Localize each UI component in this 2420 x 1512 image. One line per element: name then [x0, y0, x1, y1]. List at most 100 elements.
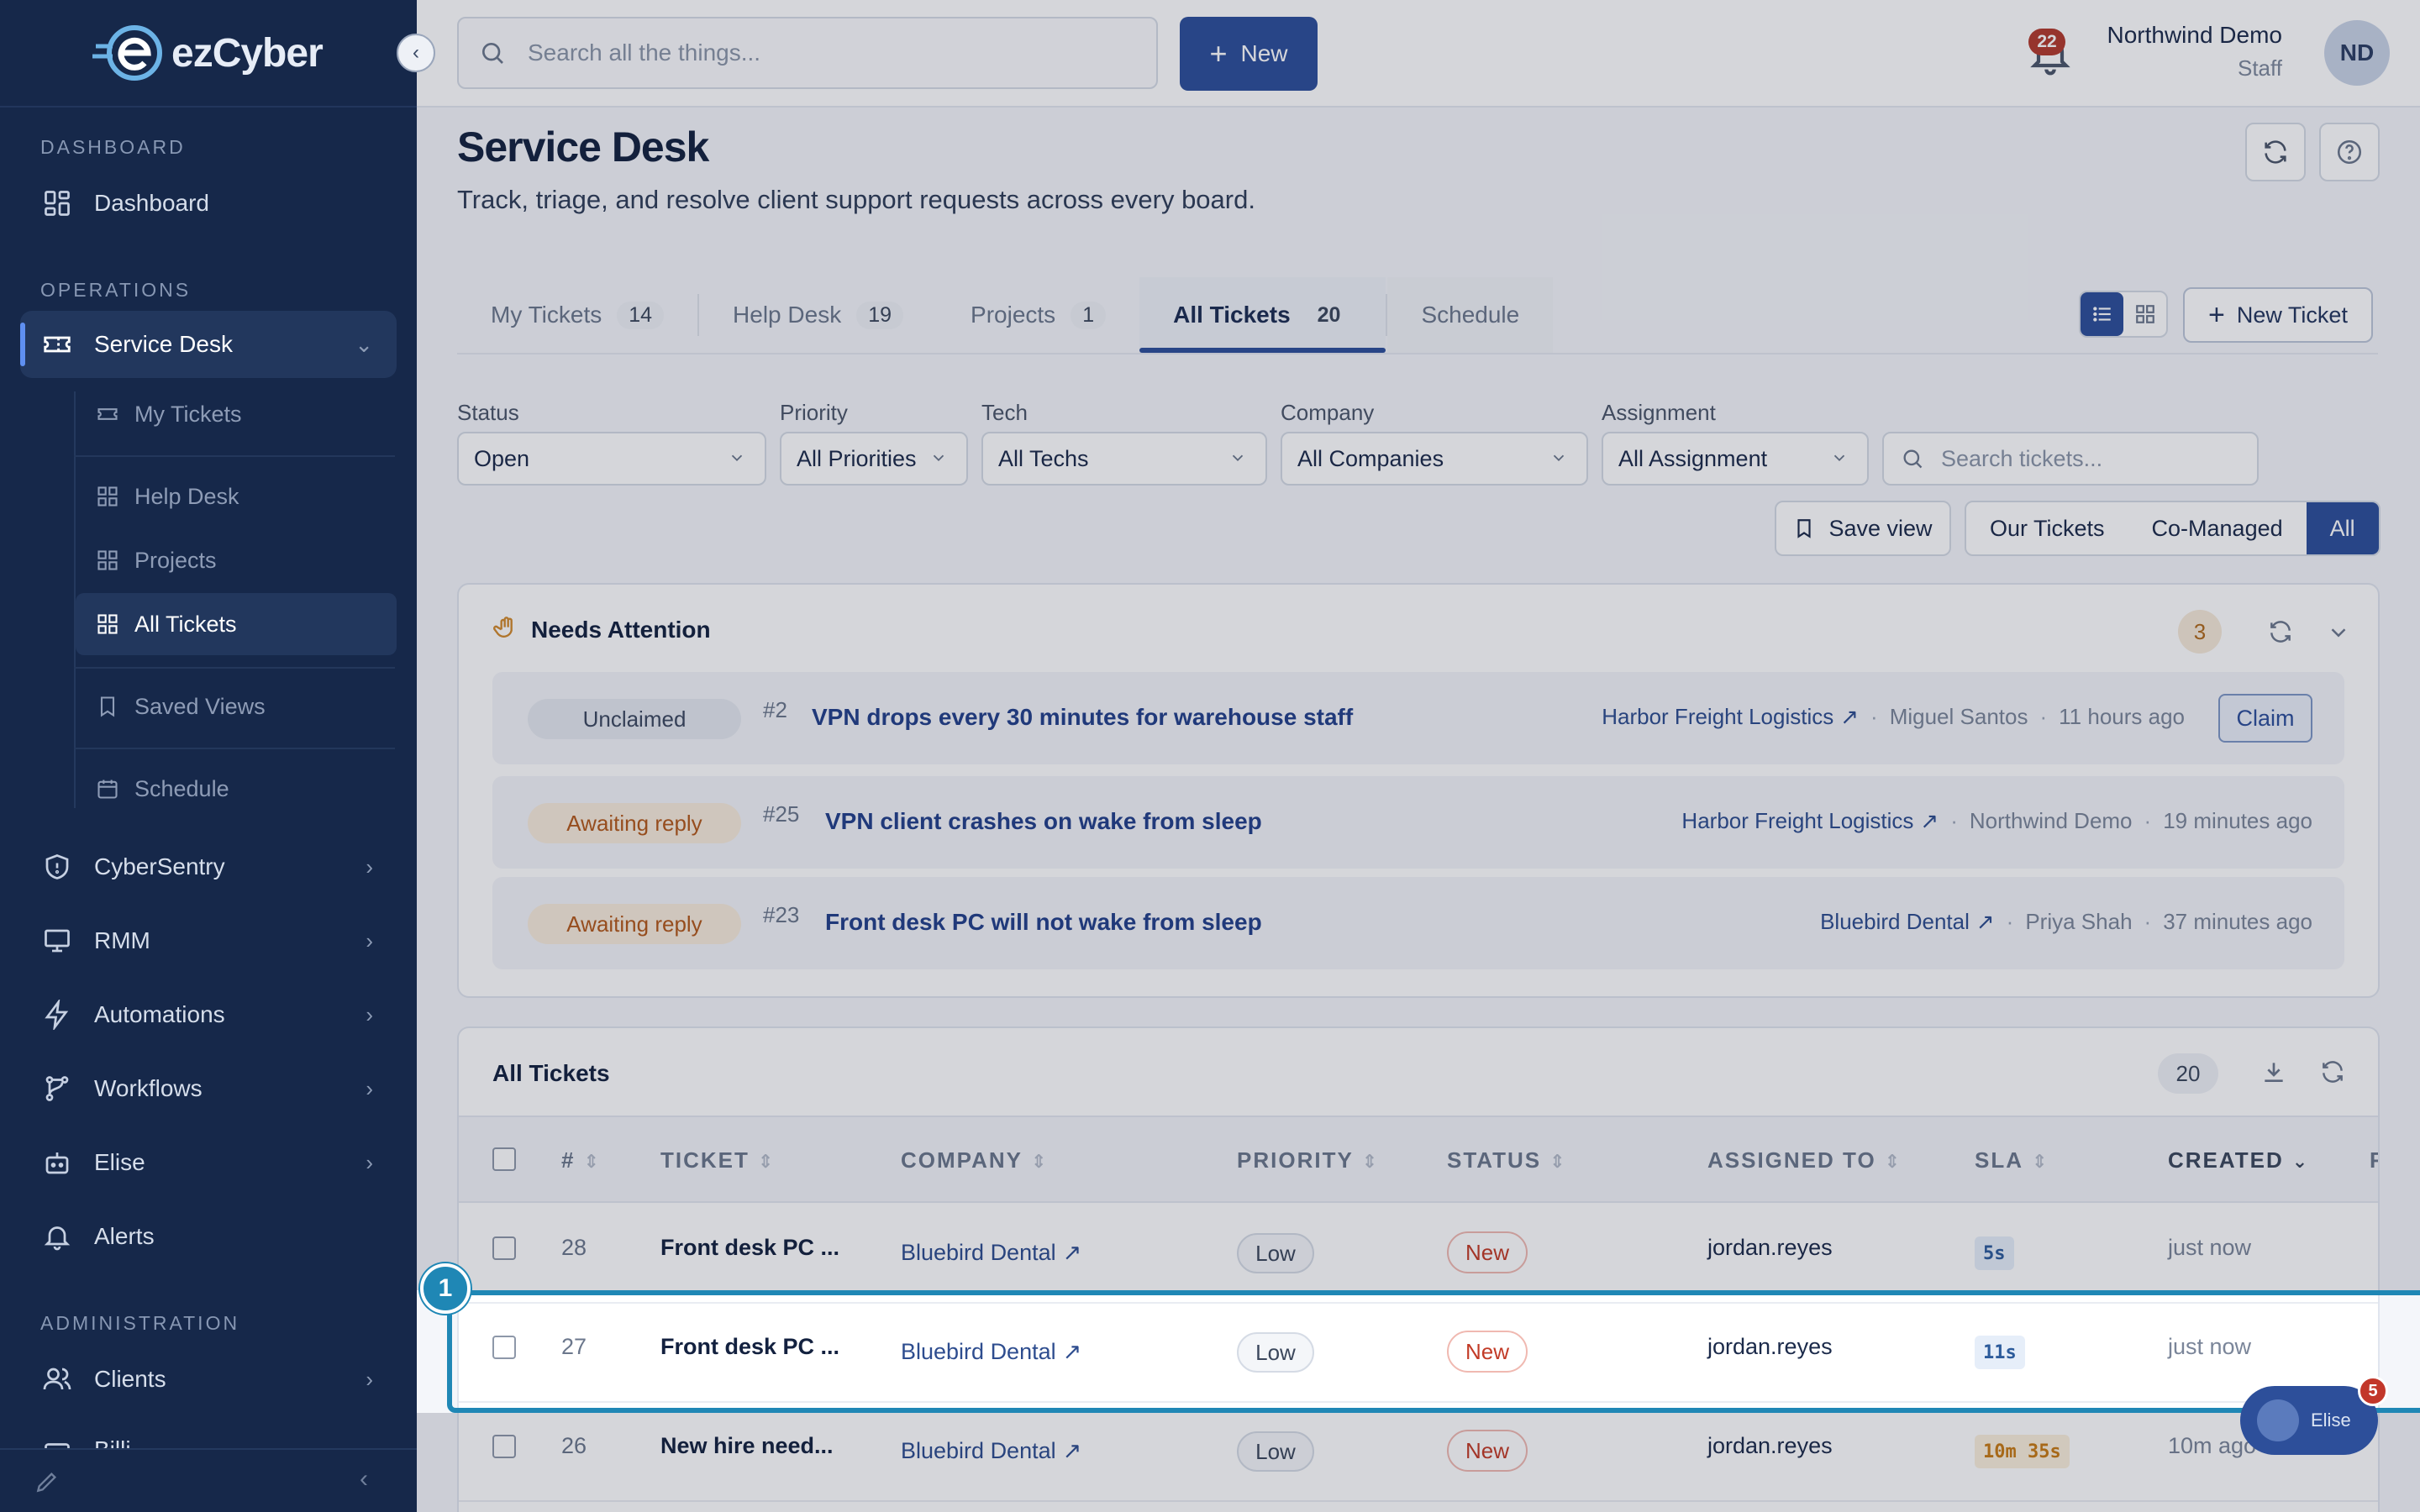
help-button[interactable]	[2319, 123, 2380, 181]
sidebar-item-label: Elise	[94, 1149, 145, 1175]
attention-item[interactable]: Unclaimed #2 VPN drops every 30 minutes …	[492, 672, 2344, 764]
tab-my-tickets[interactable]: My Tickets 14	[457, 277, 697, 353]
column-header-status[interactable]: STATUS ⇕	[1447, 1147, 1567, 1173]
company-select[interactable]: All Companies	[1281, 432, 1588, 486]
status-badge: New	[1447, 1331, 1528, 1373]
external-link-icon: ↗	[1062, 1438, 1082, 1463]
ticket-title-link[interactable]: VPN client crashes on wake from sleep	[825, 808, 1262, 835]
ticket-title-link[interactable]: VPN drops every 30 minutes for warehouse…	[812, 704, 1353, 731]
separator: ·	[1870, 704, 1878, 729]
new-ticket-label: New Ticket	[2236, 302, 2348, 328]
grid-view-button[interactable]	[2123, 292, 2166, 336]
save-view-button[interactable]: Save view	[1775, 501, 1951, 556]
priority-badge: Low	[1237, 1233, 1314, 1273]
tech-select[interactable]: All Techs	[981, 432, 1267, 486]
column-header-created[interactable]: CREATED ⌄	[2168, 1147, 2309, 1173]
scope-all[interactable]: All	[2306, 502, 2379, 554]
sidebar-item-rmm[interactable]: RMM ›	[20, 907, 397, 974]
new-button[interactable]: + New	[1180, 17, 1318, 91]
scope-co-managed[interactable]: Co-Managed	[2128, 502, 2307, 554]
column-header-company[interactable]: COMPANY ⇕	[901, 1147, 1048, 1173]
tour-step-badge: 1	[420, 1263, 471, 1314]
row-checkbox[interactable]	[492, 1336, 516, 1359]
sidebar-sub-help-desk[interactable]: Help Desk	[76, 465, 397, 528]
claim-button[interactable]: Claim	[2218, 694, 2312, 743]
attention-item[interactable]: Awaiting reply #23 Front desk PC will no…	[492, 877, 2344, 969]
sidebar-item-automations[interactable]: Automations ›	[20, 981, 397, 1048]
grid-icon	[2135, 305, 2154, 323]
sidebar-item-service-desk[interactable]: Service Desk ⌄	[20, 311, 397, 378]
global-search-input[interactable]: Search all the things...	[457, 17, 1158, 89]
divider	[74, 667, 395, 669]
column-label: ASSIGNED TO	[1707, 1147, 1876, 1173]
column-header-assigned-to[interactable]: ASSIGNED TO ⇕	[1707, 1147, 1902, 1173]
download-icon[interactable]	[2260, 1058, 2287, 1085]
elise-chat-button[interactable]: Elise	[2240, 1386, 2378, 1455]
company-link[interactable]: Bluebird Dental ↗	[901, 1240, 1081, 1266]
sidebar-sub-projects[interactable]: Projects	[76, 529, 397, 591]
status-badge: New	[1447, 1430, 1528, 1472]
list-view-button[interactable]	[2081, 292, 2123, 336]
ticket-title[interactable]: New hire need...	[660, 1433, 834, 1459]
column-header-ticket[interactable]: TICKET ⇕	[660, 1147, 775, 1173]
bell-icon	[40, 1220, 74, 1253]
refresh-icon[interactable]	[2267, 618, 2294, 645]
company-link[interactable]: Bluebird Dental	[1820, 909, 1970, 935]
sidebar-item-elise[interactable]: Elise ›	[20, 1129, 397, 1196]
status-select[interactable]: Open	[457, 432, 766, 486]
assignment-select[interactable]: All Assignment	[1602, 432, 1869, 486]
pencil-icon[interactable]	[34, 1468, 60, 1495]
logo[interactable]: ezCyber	[0, 0, 417, 108]
sidebar-sub-schedule[interactable]: Schedule	[76, 758, 397, 820]
sidebar-item-label: Workflows	[94, 1075, 203, 1101]
tab-label: Projects	[971, 302, 1056, 328]
tab-schedule[interactable]: Schedule	[1387, 277, 1554, 353]
sidebar-item-cybersentry[interactable]: CyberSentry ›	[20, 833, 397, 900]
table-row[interactable]: 27 Front desk PC ... Bluebird Dental ↗ Lo…	[459, 1304, 2378, 1403]
sidebar-sub-saved-views[interactable]: Saved Views	[76, 675, 397, 738]
company-link[interactable]: Bluebird Dental ↗	[901, 1438, 1081, 1464]
row-checkbox[interactable]	[492, 1236, 516, 1260]
table-row[interactable]: 28 Front desk PC ... Bluebird Dental ↗ Lo…	[459, 1205, 2378, 1304]
column-header-sla[interactable]: SLA ⇕	[1975, 1147, 2049, 1173]
sidebar-item-clients[interactable]: Clients ›	[20, 1346, 397, 1413]
tab-projects[interactable]: Projects 1	[937, 277, 1139, 353]
column-header-priority[interactable]: PRIORITY ⇕	[1237, 1147, 1379, 1173]
company-link[interactable]: Harbor Freight Logistics	[1681, 808, 1913, 834]
company-link[interactable]: Harbor Freight Logistics	[1602, 704, 1833, 730]
ticket-title[interactable]: Front desk PC ...	[660, 1334, 839, 1360]
users-icon	[40, 1362, 74, 1396]
row-checkbox[interactable]	[492, 1435, 516, 1458]
chevron-down-icon[interactable]	[2326, 620, 2351, 645]
sidebar-sub-label: My Tickets	[134, 401, 242, 427]
attention-item[interactable]: Awaiting reply #25 VPN client crashes on…	[492, 776, 2344, 869]
search-placeholder: Search all the things...	[528, 39, 761, 66]
column-header-number[interactable]: # ⇕	[561, 1147, 601, 1173]
refresh-button[interactable]	[2245, 123, 2306, 181]
tab-all-tickets[interactable]: All Tickets 20	[1139, 277, 1386, 353]
sidebar-collapse-button[interactable]: ‹	[397, 34, 435, 72]
sidebar-item-dashboard[interactable]: Dashboard	[20, 170, 397, 237]
new-ticket-button[interactable]: + New Ticket	[2183, 287, 2373, 343]
divider	[74, 748, 395, 749]
sidebar-item-alerts[interactable]: Alerts	[20, 1203, 397, 1270]
chevron-left-icon[interactable]: ‹	[360, 1465, 368, 1494]
workflow-icon	[40, 1072, 74, 1105]
sidebar-sub-my-tickets[interactable]: My Tickets	[76, 383, 397, 445]
table-row[interactable]: 26 New hire need... Bluebird Dental ↗ Low…	[459, 1403, 2378, 1502]
person: Priya Shah	[2025, 909, 2133, 934]
refresh-icon[interactable]	[2319, 1058, 2346, 1085]
company-link[interactable]: Bluebird Dental ↗	[901, 1339, 1081, 1365]
scope-our-tickets[interactable]: Our Tickets	[1966, 502, 2128, 554]
ticket-title-link[interactable]: Front desk PC will not wake from sleep	[825, 909, 1262, 936]
sidebar-item-workflows[interactable]: Workflows ›	[20, 1055, 397, 1122]
tab-help-desk[interactable]: Help Desk 19	[699, 277, 937, 353]
sidebar-sub-all-tickets[interactable]: All Tickets	[76, 593, 397, 655]
ticket-title[interactable]: Front desk PC ...	[660, 1235, 839, 1261]
company-name: Bluebird Dental	[901, 1339, 1056, 1364]
avatar[interactable]: ND	[2324, 20, 2390, 86]
priority-select[interactable]: All Priorities	[780, 432, 968, 486]
ticket-search-input[interactable]: Search tickets...	[1882, 432, 2259, 486]
column-header-r[interactable]: R	[2370, 1147, 2378, 1173]
select-all-checkbox[interactable]	[492, 1147, 516, 1171]
